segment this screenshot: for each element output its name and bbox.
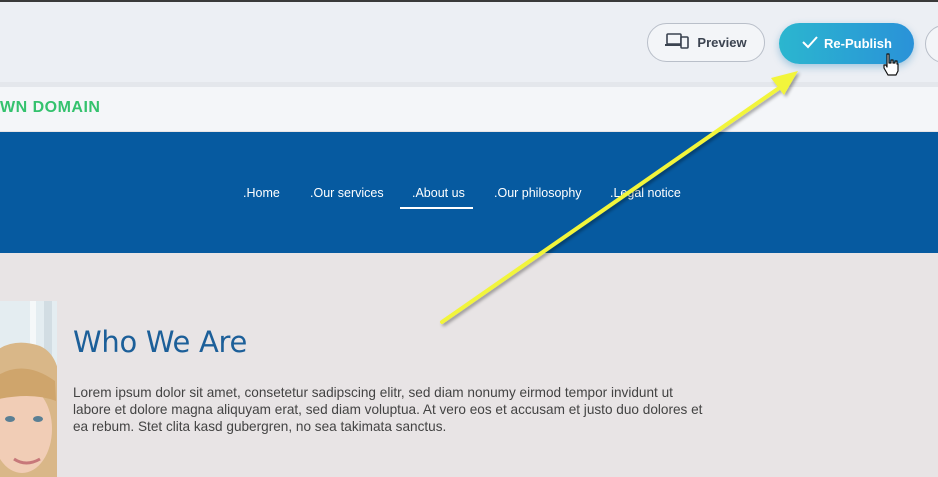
preview-label: Preview: [697, 35, 747, 50]
active-nav-indicator: [400, 207, 473, 209]
domain-banner: WN DOMAIN: [0, 87, 938, 131]
domain-banner-text: WN DOMAIN: [0, 99, 101, 116]
section-body-text: Lorem ipsum dolor sit amet, consetetur s…: [73, 385, 703, 434]
nav-item-our-services[interactable]: .Our services: [310, 186, 384, 200]
preview-button[interactable]: Preview: [647, 23, 765, 62]
editor-toolbar: Preview Re-Publish: [0, 2, 938, 82]
nav-item-about-us[interactable]: .About us: [412, 186, 465, 200]
section-title: Who We Are: [73, 325, 248, 359]
site-navigation: .Home .Our services .About us .Our philo…: [0, 132, 938, 253]
hand-pointer-icon: [883, 53, 899, 76]
profile-photo: [0, 301, 57, 477]
devices-icon: [665, 33, 690, 52]
republish-label: Re-Publish: [824, 36, 892, 51]
nav-item-home[interactable]: .Home: [243, 186, 280, 200]
more-options-button[interactable]: [925, 25, 938, 63]
checkmark-icon: [801, 35, 819, 52]
nav-item-our-philosophy[interactable]: .Our philosophy: [494, 186, 582, 200]
nav-item-legal-notice[interactable]: .Legal notice: [610, 186, 681, 200]
